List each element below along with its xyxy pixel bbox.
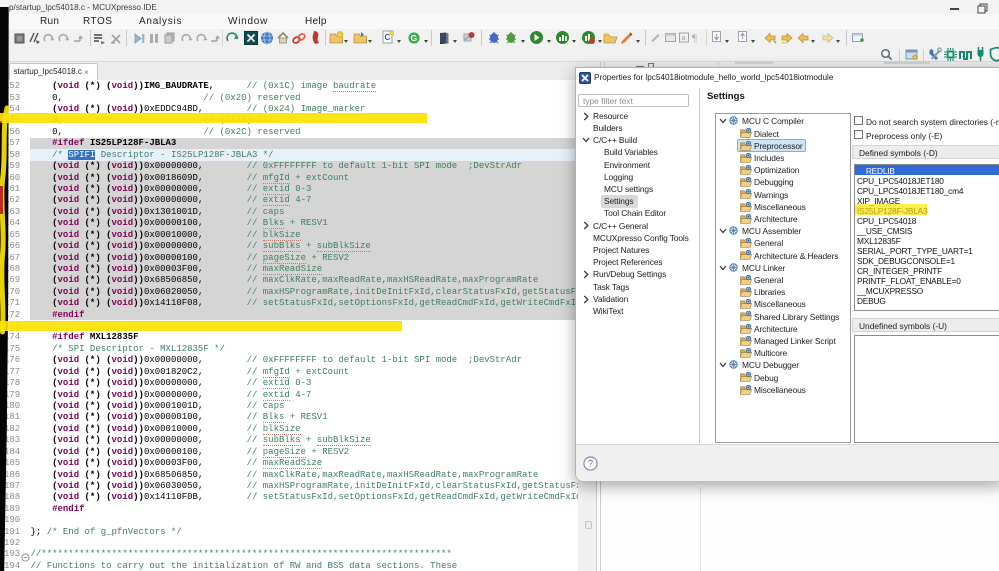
svg-text:a: a: [682, 35, 686, 42]
svg-text:G: G: [411, 33, 418, 43]
svg-text:¶: ¶: [692, 33, 697, 45]
svg-text:?: ?: [588, 459, 593, 469]
svg-text:C: C: [385, 33, 391, 42]
